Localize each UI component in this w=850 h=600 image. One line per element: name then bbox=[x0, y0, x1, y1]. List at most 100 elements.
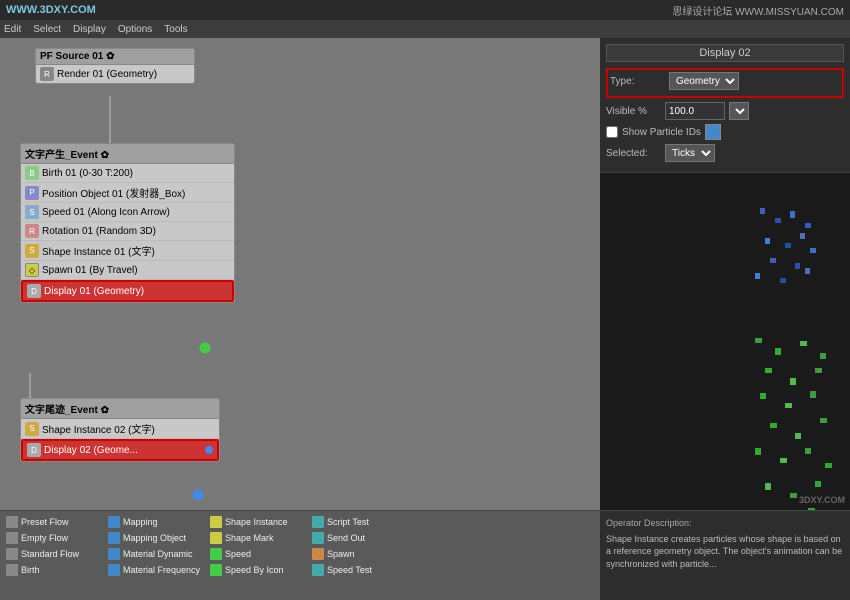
display01-item[interactable]: D Display 01 (Geometry) bbox=[21, 280, 234, 302]
type-row: Type: Geometry BBox Ticks None bbox=[610, 72, 840, 90]
spawn-toolbar-icon bbox=[312, 548, 324, 560]
show-particle-ids-row: Show Particle IDs bbox=[606, 124, 844, 140]
show-particle-ids-label: Show Particle IDs bbox=[622, 127, 701, 138]
toolbar-material-freq[interactable]: Material Frequency bbox=[106, 563, 206, 577]
visible-dropdown[interactable]: ▼ bbox=[729, 102, 749, 120]
shape-instance-item[interactable]: S Shape Instance 01 (文字) bbox=[21, 241, 234, 261]
rotation-item[interactable]: R Rotation 01 (Random 3D) bbox=[21, 222, 234, 241]
blue-particles bbox=[750, 203, 830, 303]
operator-desc-title: Operator Description: bbox=[606, 517, 844, 530]
selected-label: Selected: bbox=[606, 148, 661, 159]
node-editor[interactable]: PF Source 01 ✿ R Render 01 (Geometry) 文字… bbox=[0, 38, 600, 600]
display01-icon: D bbox=[27, 284, 41, 298]
menu-options[interactable]: Options bbox=[118, 24, 152, 35]
toolbar-empty-flow[interactable]: Empty Flow bbox=[4, 531, 104, 545]
toolbar-speed[interactable]: Speed bbox=[208, 547, 308, 561]
menu-display[interactable]: Display bbox=[73, 24, 106, 35]
toolbar-mapping[interactable]: Mapping bbox=[106, 515, 206, 529]
operator-desc-text: Shape Instance creates particles whose s… bbox=[606, 533, 844, 571]
birth-toolbar-icon bbox=[6, 564, 18, 576]
display02-icon: D bbox=[27, 443, 41, 457]
position-item[interactable]: P Position Object 01 (发射器_Box) bbox=[21, 183, 234, 203]
type-label: Type: bbox=[610, 76, 665, 87]
toolbar-mapping-object[interactable]: Mapping Object bbox=[106, 531, 206, 545]
render-icon: R bbox=[40, 67, 54, 81]
brand-right: 思绿设计论坛 WWW.MISSYUAN.COM bbox=[672, 3, 844, 18]
spawn-icon: ◇ bbox=[25, 263, 39, 277]
menu-select[interactable]: Select bbox=[33, 24, 61, 35]
green-particles bbox=[750, 333, 840, 510]
position-icon: P bbox=[25, 186, 39, 200]
birth-icon: B bbox=[25, 166, 39, 180]
menu-bar[interactable]: Edit Select Display Options Tools bbox=[0, 20, 850, 38]
toolbar-shape-instance[interactable]: Shape Instance bbox=[208, 515, 308, 529]
main: PF Source 01 ✿ R Render 01 (Geometry) 文字… bbox=[0, 38, 850, 600]
material-dynamic-icon bbox=[108, 548, 120, 560]
birth-item[interactable]: B Birth 01 (0-30 T:200) bbox=[21, 164, 234, 183]
pf-source-title: PF Source 01 ✿ bbox=[36, 49, 194, 65]
event1-box[interactable]: 文字产生_Event ✿ B Birth 01 (0-30 T:200) P P… bbox=[20, 143, 235, 303]
type-highlight-box: Type: Geometry BBox Ticks None bbox=[606, 68, 844, 98]
standard-flow-icon bbox=[6, 548, 18, 560]
toolbar-spawn[interactable]: Spawn bbox=[310, 547, 410, 561]
toolbar-col2: Mapping Mapping Object Material Dynamic … bbox=[106, 515, 206, 596]
script-test-icon bbox=[312, 516, 324, 528]
toolbar-col1: Preset Flow Empty Flow Standard Flow Bir… bbox=[4, 515, 104, 596]
speed-test-icon bbox=[312, 564, 324, 576]
toolbar-send-out[interactable]: Send Out bbox=[310, 531, 410, 545]
preset-flow-icon bbox=[6, 516, 18, 528]
shape2-icon: S bbox=[25, 422, 39, 436]
selected-row: Selected: Ticks None Dots bbox=[606, 144, 844, 162]
selected-select[interactable]: Ticks None Dots bbox=[665, 144, 715, 162]
render-item[interactable]: R Render 01 (Geometry) bbox=[36, 65, 194, 83]
shape-mark-icon bbox=[210, 532, 222, 544]
shape-instance-toolbar-icon bbox=[210, 516, 222, 528]
toolbar-script-test[interactable]: Script Test bbox=[310, 515, 410, 529]
toolbar-shape-mark[interactable]: Shape Mark bbox=[208, 531, 308, 545]
top-bar: WWW.3DXY.COM 思绿设计论坛 WWW.MISSYUAN.COM bbox=[0, 0, 850, 20]
type-select[interactable]: Geometry BBox Ticks None bbox=[669, 72, 739, 90]
shape-icon: S bbox=[25, 244, 39, 258]
toolbar-material-dynamic[interactable]: Material Dynamic bbox=[106, 547, 206, 561]
menu-edit[interactable]: Edit bbox=[4, 24, 21, 35]
mapping-icon bbox=[108, 516, 120, 528]
properties-panel: Display 02 Type: Geometry BBox Ticks Non… bbox=[600, 38, 850, 173]
show-particle-ids-checkbox[interactable] bbox=[606, 126, 618, 138]
visible-input[interactable] bbox=[665, 102, 725, 120]
toolbar-speed-test[interactable]: Speed Test bbox=[310, 563, 410, 577]
watermark: 3DXY.COM bbox=[799, 495, 845, 505]
display02-dot bbox=[205, 446, 213, 454]
visible-row: Visible % ▼ bbox=[606, 102, 844, 120]
operator-desc: Operator Description: Shape Instance cre… bbox=[600, 510, 850, 600]
speed-icon: S bbox=[25, 205, 39, 219]
toolbar-col3: Shape Instance Shape Mark Speed Speed By… bbox=[208, 515, 308, 596]
material-freq-icon bbox=[108, 564, 120, 576]
speed-toolbar-icon bbox=[210, 548, 222, 560]
visible-label: Visible % bbox=[606, 106, 661, 117]
event2-title: 文字尾迹_Event ✿ bbox=[21, 399, 219, 419]
spawn-item[interactable]: ◇ Spawn 01 (By Travel) bbox=[21, 261, 234, 280]
toolbar-birth[interactable]: Birth bbox=[4, 563, 104, 577]
event1-title: 文字产生_Event ✿ bbox=[21, 144, 234, 164]
display02-item[interactable]: D Display 02 (Geome... bbox=[21, 439, 219, 461]
toolbar-standard-flow[interactable]: Standard Flow bbox=[4, 547, 104, 561]
menu-tools[interactable]: Tools bbox=[164, 24, 187, 35]
bottom-toolbar: Preset Flow Empty Flow Standard Flow Bir… bbox=[0, 510, 600, 600]
color-swatch[interactable] bbox=[705, 124, 721, 140]
toolbar-speed-by-icon[interactable]: Speed By Icon bbox=[208, 563, 308, 577]
toolbar-preset-flow[interactable]: Preset Flow bbox=[4, 515, 104, 529]
mapping-object-icon bbox=[108, 532, 120, 544]
right-panel: Display 02 Type: Geometry BBox Ticks Non… bbox=[600, 38, 850, 600]
pf-source-box[interactable]: PF Source 01 ✿ R Render 01 (Geometry) bbox=[35, 48, 195, 84]
viewport: 3DXY.COM bbox=[600, 173, 850, 510]
empty-flow-icon bbox=[6, 532, 18, 544]
properties-title: Display 02 bbox=[606, 44, 844, 62]
send-out-icon bbox=[312, 532, 324, 544]
logo: WWW.3DXY.COM bbox=[6, 4, 96, 16]
rotation-icon: R bbox=[25, 224, 39, 238]
speed-by-icon-icon bbox=[210, 564, 222, 576]
shape-instance2-item[interactable]: S Shape Instance 02 (文字) bbox=[21, 419, 219, 439]
toolbar-col4: Script Test Send Out Spawn Speed Test bbox=[310, 515, 410, 596]
speed-item[interactable]: S Speed 01 (Along Icon Arrow) bbox=[21, 203, 234, 222]
event2-box[interactable]: 文字尾迹_Event ✿ S Shape Instance 02 (文字) D … bbox=[20, 398, 220, 462]
